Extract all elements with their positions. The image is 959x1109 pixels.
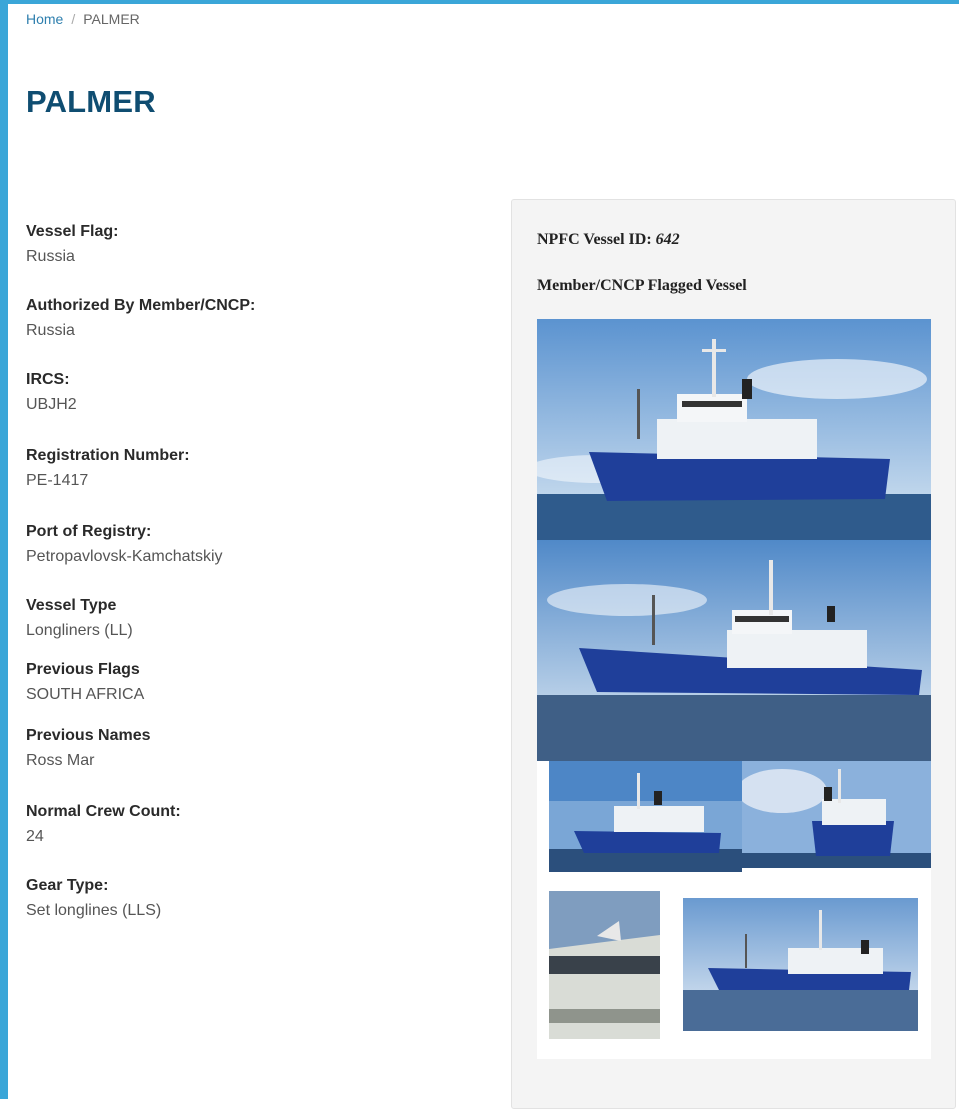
breadcrumb-home-link[interactable]: Home bbox=[26, 11, 63, 27]
photo-gallery bbox=[537, 319, 931, 1059]
vessel-photo-4[interactable] bbox=[742, 761, 931, 868]
vessel-photo-panel: NPFC Vessel ID: 642 Member/CNCP Flagged … bbox=[511, 199, 956, 1109]
breadcrumb-separator: / bbox=[71, 11, 76, 27]
field-registration-number: Registration Number: PE-1417 bbox=[26, 446, 190, 491]
vessel-photo-6[interactable] bbox=[683, 898, 918, 1031]
page-title: PALMER bbox=[26, 84, 156, 119]
field-label: Port of Registry: bbox=[26, 523, 152, 540]
field-authorized-by: Authorized By Member/CNCP: Russia bbox=[26, 296, 255, 341]
field-label: Previous Flags bbox=[26, 661, 140, 678]
vessel-photo-2[interactable] bbox=[537, 540, 931, 761]
vessel-photo-5[interactable] bbox=[549, 891, 660, 1039]
field-vessel-flag: Vessel Flag: Russia bbox=[26, 222, 119, 267]
vessel-id-label: NPFC Vessel ID: bbox=[537, 231, 652, 248]
vessel-status-heading: Member/CNCP Flagged Vessel bbox=[537, 277, 747, 294]
vessel-id-value: 642 bbox=[655, 231, 680, 248]
vessel-photo-3[interactable] bbox=[549, 761, 742, 872]
breadcrumb-current: PALMER bbox=[83, 11, 140, 27]
field-vessel-type: Vessel Type Longliners (LL) bbox=[26, 596, 133, 641]
left-accent-bar bbox=[0, 0, 8, 1099]
field-normal-crew-count: Normal Crew Count: 24 bbox=[26, 802, 181, 847]
vessel-id-line: NPFC Vessel ID: 642 bbox=[537, 231, 680, 249]
field-value: Russia bbox=[26, 248, 75, 265]
field-label: Normal Crew Count: bbox=[26, 803, 181, 820]
field-label: IRCS: bbox=[26, 371, 70, 388]
field-label: Gear Type: bbox=[26, 877, 109, 894]
field-previous-flags: Previous Flags SOUTH AFRICA bbox=[26, 660, 144, 705]
top-accent-bar bbox=[0, 0, 959, 4]
field-label: Authorized By Member/CNCP: bbox=[26, 297, 256, 314]
field-value: PE-1417 bbox=[26, 472, 89, 489]
field-port-of-registry: Port of Registry: Petropavlovsk-Kamchats… bbox=[26, 522, 223, 567]
field-value: SOUTH AFRICA bbox=[26, 686, 145, 703]
field-label: Vessel Type bbox=[26, 597, 117, 614]
field-gear-type: Gear Type: Set longlines (LLS) bbox=[26, 876, 161, 921]
field-label: Registration Number: bbox=[26, 447, 190, 464]
vessel-photo-1[interactable] bbox=[537, 319, 931, 540]
field-label: Previous Names bbox=[26, 727, 151, 744]
breadcrumb: Home / PALMER bbox=[26, 11, 140, 27]
field-value: Ross Mar bbox=[26, 752, 95, 769]
field-label: Vessel Flag: bbox=[26, 223, 119, 240]
field-value: Set longlines (LLS) bbox=[26, 902, 162, 919]
field-previous-names: Previous Names Ross Mar bbox=[26, 726, 151, 771]
field-ircs: IRCS: UBJH2 bbox=[26, 370, 77, 415]
field-value: Petropavlovsk-Kamchatskiy bbox=[26, 548, 223, 565]
field-value: 24 bbox=[26, 828, 44, 845]
field-value: UBJH2 bbox=[26, 396, 77, 413]
field-value: Longliners (LL) bbox=[26, 622, 133, 639]
field-value: Russia bbox=[26, 322, 75, 339]
